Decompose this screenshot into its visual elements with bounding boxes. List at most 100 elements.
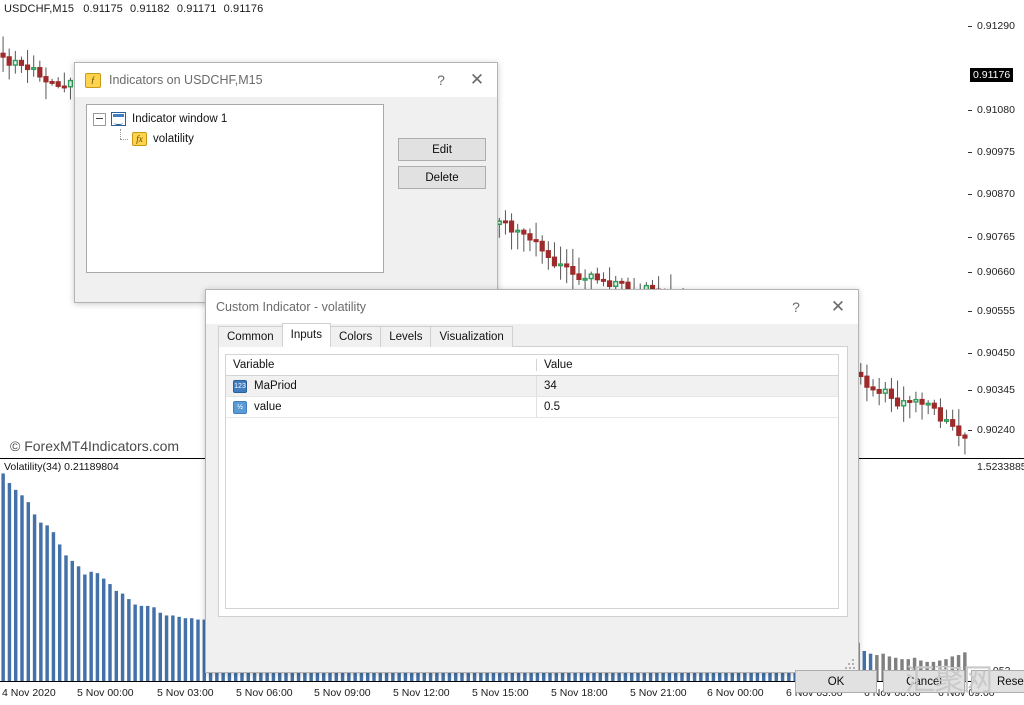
price-tick-label: 0.91080 bbox=[968, 104, 1015, 116]
indicator-window-icon bbox=[111, 112, 126, 126]
price-tick-label: 0.91290 bbox=[968, 20, 1015, 32]
time-tick-label: 5 Nov 00:00 bbox=[77, 687, 134, 699]
help-icon[interactable]: ? bbox=[423, 63, 459, 96]
histogram-bar bbox=[121, 594, 124, 681]
variable-cell[interactable]: 123 MaPriod bbox=[226, 376, 536, 396]
tree-item-volatility[interactable]: fx volatility bbox=[87, 129, 383, 149]
indicators-dialog-titlebar[interactable]: ƒ Indicators on USDCHF,M15 ? ✕ bbox=[75, 63, 497, 98]
histogram-bar bbox=[8, 483, 11, 681]
help-icon[interactable]: ? bbox=[778, 290, 814, 323]
custom-indicator-dialog[interactable]: Custom Indicator - volatility ? ✕ Common… bbox=[205, 289, 859, 673]
time-tick-label: 5 Nov 09:00 bbox=[314, 687, 371, 699]
edit-button[interactable]: Edit bbox=[398, 138, 486, 161]
indicator-tree[interactable]: Indicator window 1 fx volatility bbox=[86, 104, 384, 273]
histogram-bar bbox=[196, 620, 199, 681]
histogram-bar bbox=[190, 618, 193, 681]
histogram-bar bbox=[140, 606, 143, 681]
time-tick-label: 6 Nov 00:00 bbox=[707, 687, 764, 699]
tab-visualization[interactable]: Visualization bbox=[430, 326, 512, 347]
histogram-bar bbox=[45, 525, 48, 681]
histogram-bar bbox=[39, 523, 42, 681]
histogram-bar bbox=[1, 473, 4, 681]
histogram-bar bbox=[115, 591, 118, 681]
histogram-bar bbox=[14, 490, 17, 681]
value-cell[interactable]: 34 bbox=[536, 376, 838, 396]
indicator-value-label: Volatility(34) 0.21189804 bbox=[4, 461, 119, 473]
mt4-window: USDCHF,M15 0.91175 0.91182 0.91171 0.911… bbox=[0, 0, 1024, 705]
histogram-bar bbox=[133, 605, 136, 681]
column-header-variable: Variable bbox=[226, 359, 536, 371]
price-tick-label: 0.90240 bbox=[968, 424, 1015, 436]
custom-dialog-titlebar[interactable]: Custom Indicator - volatility ? ✕ bbox=[206, 290, 858, 325]
histogram-bar bbox=[102, 579, 105, 681]
table-row[interactable]: ½ value 0.5 bbox=[226, 397, 838, 418]
indicator-scale: 1.5233885 .052 bbox=[968, 459, 1024, 681]
fx-icon: fx bbox=[132, 132, 147, 146]
delete-button[interactable]: Delete bbox=[398, 166, 486, 189]
table-row[interactable]: 123 MaPriod 34 bbox=[226, 376, 838, 397]
price-tick-label: 0.90450 bbox=[968, 347, 1015, 359]
histogram-bar bbox=[159, 613, 162, 681]
histogram-bar bbox=[83, 575, 86, 681]
grid-header-row: Variable Value bbox=[226, 355, 838, 376]
close-icon[interactable]: ✕ bbox=[820, 290, 856, 323]
time-tick-label: 5 Nov 21:00 bbox=[630, 687, 687, 699]
value-cell[interactable]: 0.5 bbox=[536, 397, 838, 417]
tab-common[interactable]: Common bbox=[218, 326, 283, 347]
inputs-tab-panel: Variable Value 123 MaPriod 34 ½ value bbox=[218, 346, 848, 617]
tree-item-label: Indicator window 1 bbox=[132, 113, 227, 125]
cancel-button[interactable]: Cancel bbox=[883, 670, 965, 693]
ok-button[interactable]: OK bbox=[795, 670, 877, 693]
time-tick-label: 5 Nov 18:00 bbox=[551, 687, 608, 699]
histogram-bar bbox=[89, 572, 92, 681]
variable-name: value bbox=[254, 401, 282, 413]
resize-grip[interactable] bbox=[845, 659, 855, 669]
tab-colors[interactable]: Colors bbox=[330, 326, 381, 347]
site-watermark: © ForexMT4Indicators.com bbox=[10, 438, 179, 454]
histogram-bar bbox=[177, 617, 180, 681]
variable-name: MaPriod bbox=[254, 380, 297, 392]
tab-levels[interactable]: Levels bbox=[380, 326, 431, 347]
custom-dialog-title: Custom Indicator - volatility bbox=[216, 300, 366, 314]
histogram-bar bbox=[96, 573, 99, 681]
close-icon[interactable]: ✕ bbox=[459, 63, 495, 96]
inputs-grid[interactable]: Variable Value 123 MaPriod 34 ½ value bbox=[225, 354, 839, 609]
integer-type-icon: 123 bbox=[233, 380, 247, 393]
indicators-dialog-body: Indicator window 1 fx volatility Edit De… bbox=[75, 97, 497, 302]
time-tick-label: 5 Nov 12:00 bbox=[393, 687, 450, 699]
time-tick-label: 5 Nov 03:00 bbox=[157, 687, 214, 699]
price-scale[interactable]: 0.912900.910800.909750.908700.907650.906… bbox=[968, 0, 1024, 459]
price-tick-label: 0.90870 bbox=[968, 188, 1015, 200]
histogram-bar bbox=[52, 532, 55, 681]
tree-item-label: volatility bbox=[153, 133, 194, 145]
indicators-dialog-title: Indicators on USDCHF,M15 bbox=[109, 73, 263, 87]
tab-inputs[interactable]: Inputs bbox=[282, 323, 331, 347]
reset-button[interactable]: Reset bbox=[971, 670, 1024, 693]
histogram-bar bbox=[20, 495, 23, 681]
histogram-bar bbox=[108, 584, 111, 681]
histogram-bar bbox=[165, 615, 168, 681]
histogram-bar bbox=[58, 544, 61, 681]
price-tick-label: 0.90975 bbox=[968, 146, 1015, 158]
custom-dialog-body: CommonInputsColorsLevelsVisualization Va… bbox=[206, 324, 858, 672]
histogram-bar bbox=[152, 607, 155, 681]
tree-connector-icon bbox=[115, 134, 129, 145]
time-tick-label: 4 Nov 2020 bbox=[2, 687, 56, 699]
indicators-list-dialog[interactable]: ƒ Indicators on USDCHF,M15 ? ✕ Indicator… bbox=[74, 62, 498, 303]
collapse-icon[interactable] bbox=[93, 113, 106, 126]
histogram-bar bbox=[146, 606, 149, 681]
histogram-bar bbox=[127, 599, 130, 681]
indicators-window-icon: ƒ bbox=[85, 73, 101, 88]
time-tick-label: 5 Nov 06:00 bbox=[236, 687, 293, 699]
time-tick-label: 5 Nov 15:00 bbox=[472, 687, 529, 699]
variable-cell[interactable]: ½ value bbox=[226, 397, 536, 417]
histogram-bar bbox=[77, 566, 80, 681]
histogram-bar bbox=[27, 502, 30, 681]
price-tick-label: 0.90555 bbox=[968, 305, 1015, 317]
price-tick-label: 0.90660 bbox=[968, 266, 1015, 278]
column-header-value: Value bbox=[536, 359, 838, 371]
settings-tabs[interactable]: CommonInputsColorsLevelsVisualization bbox=[218, 326, 512, 347]
price-tick-label: 0.90345 bbox=[968, 384, 1015, 396]
tree-item-indicator-window[interactable]: Indicator window 1 bbox=[87, 109, 383, 129]
histogram-bar bbox=[33, 514, 36, 681]
